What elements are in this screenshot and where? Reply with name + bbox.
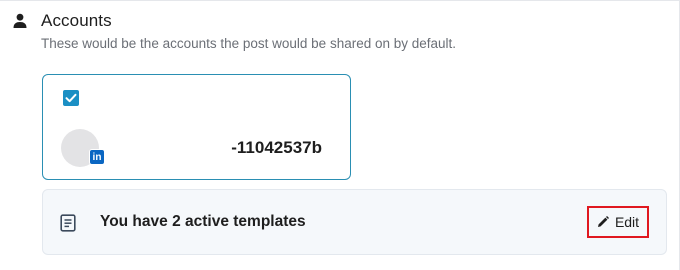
section-description: These would be the accounts the post wou… [41,36,457,51]
document-icon [60,214,76,232]
edit-button[interactable]: Edit [587,206,649,238]
account-name: -11042537b [231,138,322,157]
linkedin-icon: in [89,149,105,165]
section-title: Accounts [41,11,112,30]
account-checkbox[interactable] [63,90,79,106]
divider [0,0,680,1]
pencil-icon [597,216,609,227]
templates-count-text: You have 2 active templates [100,213,306,230]
accounts-panel: Accounts These would be the accounts the… [0,0,680,270]
templates-row: You have 2 active templates Edit [42,189,667,255]
account-card[interactable]: in -11042537b [42,74,351,180]
checkmark-icon [65,93,77,103]
edit-label: Edit [614,214,640,230]
person-icon [13,13,27,28]
